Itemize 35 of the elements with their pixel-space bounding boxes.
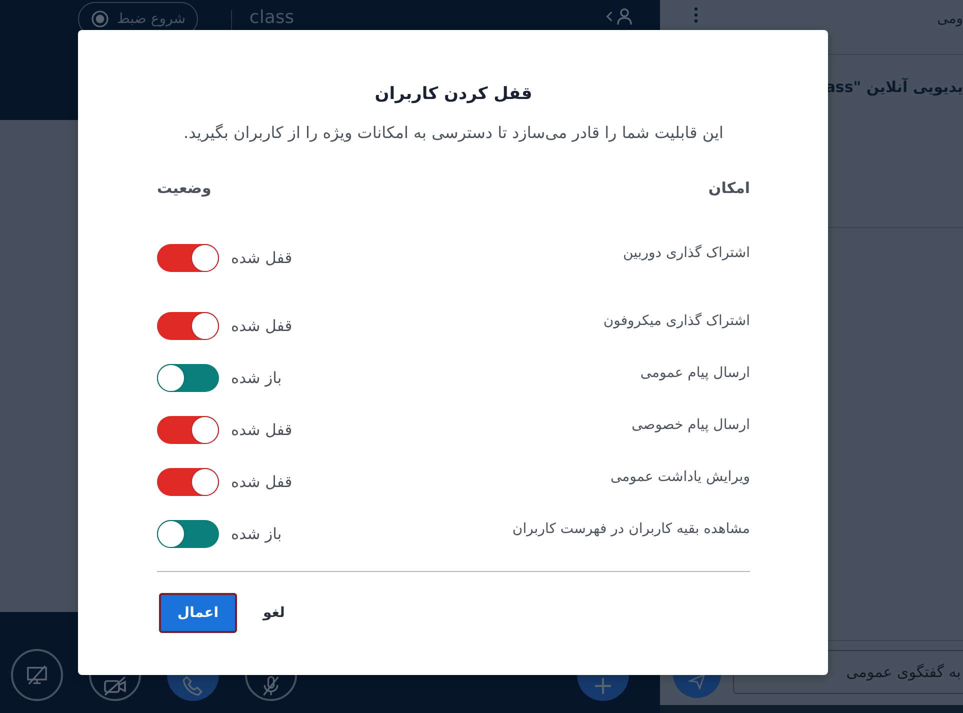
toggle-switch[interactable]: [157, 312, 219, 340]
screen-off-icon: [26, 665, 48, 685]
column-header: وضعیت: [157, 178, 212, 199]
status-label: قفل شده: [231, 421, 292, 439]
class-name: class: [249, 7, 294, 28]
camera-off-icon: [104, 676, 126, 696]
apply-button[interactable]: اعمال: [159, 593, 237, 633]
phone-icon: [182, 676, 204, 696]
feature-label: مشاهده بقیه کاربران در فهرست کاربران: [512, 521, 750, 539]
column-header: امکان: [708, 178, 750, 199]
dialog-description: این قابلیت شما را قادر می‌سازد تا دسترسی به امکانات ویژه را از کاربران بگیرید.: [182, 122, 724, 144]
toggle-switch[interactable]: [157, 468, 219, 496]
send-icon: [688, 672, 706, 690]
feature-label: ارسال پیام خصوصی: [632, 417, 750, 435]
chevron-left-icon[interactable]: [606, 11, 613, 22]
status-label: باز شده: [231, 525, 282, 543]
feature-label: اشتراک گذاری دوربین: [622, 245, 750, 263]
status-label: قفل شده: [231, 317, 292, 335]
toggle-switch[interactable]: [157, 364, 219, 392]
screen-share-off-button[interactable]: [11, 649, 63, 701]
status-label: قفل شده: [231, 249, 292, 267]
cancel-button[interactable]: لغو: [263, 605, 285, 621]
plus-icon: [594, 677, 612, 695]
toggle-switch[interactable]: [157, 416, 219, 444]
toggle-switch[interactable]: [157, 520, 219, 548]
feature-label: ارسال پیام عمومی: [640, 365, 750, 383]
status-label: قفل شده: [231, 473, 292, 491]
status-label: باز شده: [231, 369, 282, 387]
record-icon: [91, 10, 109, 28]
user-icon[interactable]: [617, 8, 632, 25]
chat-title: ومی: [937, 11, 963, 27]
feature-label: ویرایش یاداشت عمومی: [610, 469, 750, 487]
feature-label: اشتراک گذاری میکروفون: [603, 313, 750, 331]
toggle-switch[interactable]: [157, 244, 219, 272]
dialog-title: قفل کردن کاربران: [374, 83, 534, 106]
